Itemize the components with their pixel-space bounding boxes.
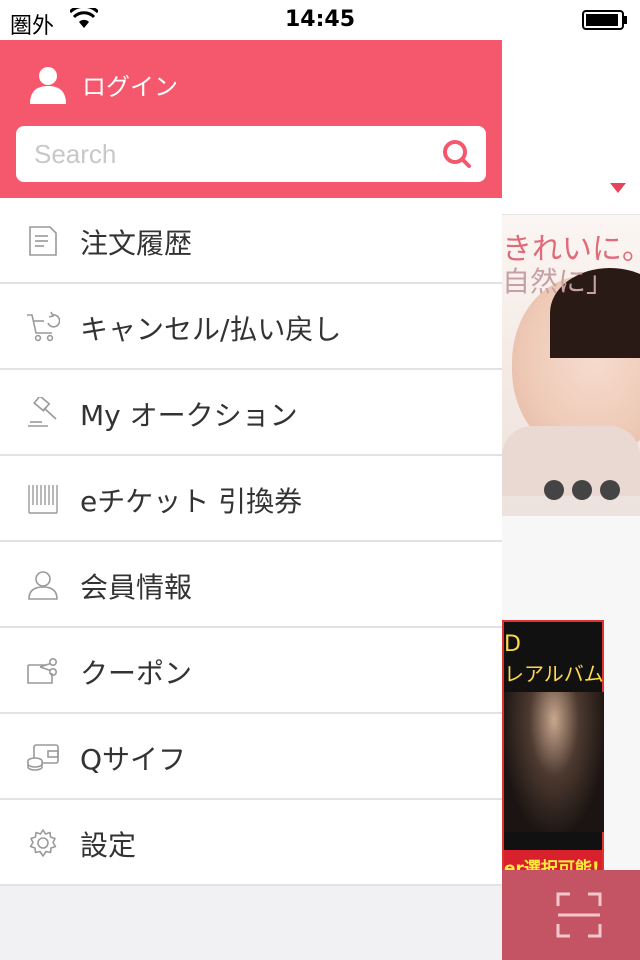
menu-item-order-history[interactable]: 注文履歴: [0, 198, 502, 284]
carousel-dot[interactable]: [600, 480, 620, 500]
album-title-fragment: D: [504, 632, 521, 657]
menu-item-qsaifu[interactable]: Qサイフ: [0, 714, 502, 800]
drawer-menu: 注文履歴 キャンセル/払い戻し My オークション eチケット 引換券 会員情報…: [0, 198, 502, 886]
background-app: きれいに。 自然に」 D レアルバム er選択可能!: [502, 40, 640, 960]
background-header: [502, 40, 640, 215]
album-subtitle-fragment: レアルバム: [504, 662, 604, 686]
album-artist-image: [504, 692, 604, 832]
search-box: [16, 126, 486, 182]
menu-item-settings[interactable]: 設定: [0, 800, 502, 886]
receipt-icon: [29, 226, 57, 256]
menu-item-label: 設定: [80, 829, 137, 862]
menu-item-label: 注文履歴: [80, 227, 193, 260]
menu-item-cancel-refund[interactable]: キャンセル/払い戻し: [0, 284, 502, 370]
menu-item-label: My オークション: [80, 399, 298, 432]
carousel-dot[interactable]: [572, 480, 592, 500]
menu-item-eticket[interactable]: eチケット 引換券: [0, 456, 502, 542]
album-banner[interactable]: D レアルバム er選択可能!: [502, 620, 604, 880]
status-time: 14:45: [284, 7, 356, 32]
user-icon: [30, 67, 66, 104]
promo-banner[interactable]: きれいに。 自然に」: [502, 216, 640, 516]
menu-item-label: キャンセル/払い戻し: [80, 313, 342, 346]
status-bar: 圏外 14:45: [0, 0, 640, 40]
menu-item-label: eチケット 引換券: [80, 485, 303, 518]
gavel-icon: [28, 397, 57, 427]
banner-subline: 自然に」: [502, 265, 615, 298]
battery-icon: [582, 10, 627, 30]
cart-return-icon: [27, 311, 60, 342]
dropdown-caret-icon[interactable]: [610, 183, 626, 193]
menu-item-coupon[interactable]: クーポン: [0, 628, 502, 714]
carousel-dot[interactable]: [544, 480, 564, 500]
login-label: ログイン: [82, 72, 178, 101]
side-drawer: ログイン 注文履歴: [0, 40, 502, 960]
menu-item-label: Qサイフ: [80, 743, 187, 776]
search-icon[interactable]: [442, 139, 472, 169]
menu-item-my-auction[interactable]: My オークション: [0, 370, 502, 456]
menu-item-label: 会員情報: [80, 571, 193, 604]
drawer-header: ログイン: [0, 40, 502, 198]
scan-icon[interactable]: [556, 892, 602, 938]
wallet-icon: [27, 744, 59, 771]
barcode-icon: [28, 485, 58, 514]
person-icon: [28, 571, 58, 600]
gear-icon: [29, 829, 57, 857]
bottom-bar: [502, 870, 640, 960]
menu-item-label: クーポン: [80, 657, 193, 690]
login-button[interactable]: ログイン: [28, 62, 178, 106]
search-input[interactable]: [16, 126, 426, 182]
menu-item-member-info[interactable]: 会員情報: [0, 542, 502, 628]
coupon-icon: [27, 657, 57, 684]
